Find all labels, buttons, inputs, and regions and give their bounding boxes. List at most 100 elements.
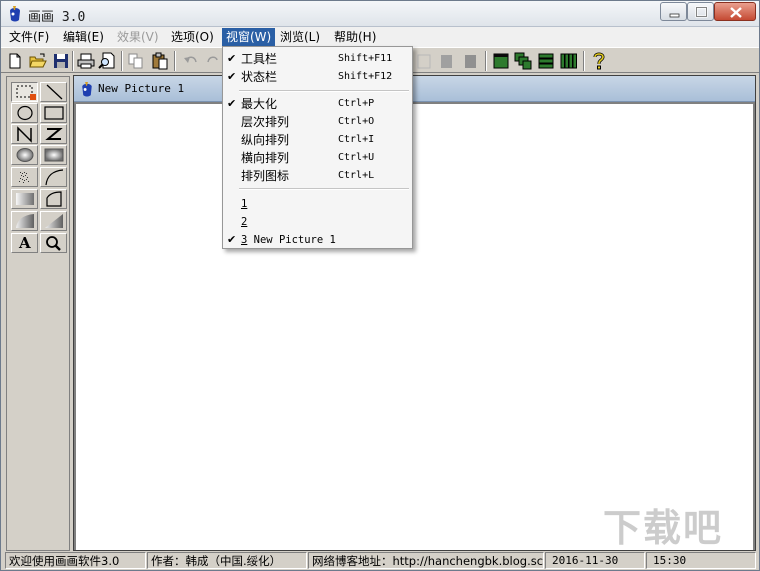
pie-icon [46,191,62,207]
toolbar-separator [583,51,585,71]
tool-zoom[interactable] [40,233,67,253]
select-rectangle-icon [16,85,36,100]
tool-polyline[interactable] [11,124,38,144]
menu-window[interactable]: 视窗(W) [222,28,276,46]
watermark-text: 下载吧 [603,506,724,550]
tile-horizontal-icon[interactable] [537,52,555,70]
text-tool-icon: A [19,234,31,252]
grey-fill-icon[interactable] [437,52,455,70]
status-author: 作者：韩成（中国.绥化） [147,552,307,569]
tool-filled-rectangle[interactable] [40,145,67,165]
menu-option-tile-vertical[interactable]: 纵向排列 Ctrl+I [225,131,410,149]
help-question-icon[interactable] [590,52,608,70]
filled-ellipse-icon [16,148,34,162]
window-menu-dropdown: ✔ 工具栏 Shift+F11 ✔ 状态栏 Shift+F12 ✔ 最大化 Ct… [222,46,413,249]
cascade-icon[interactable] [514,52,532,70]
drawing-canvas[interactable] [76,104,753,550]
tool-filled-ellipse[interactable] [11,145,38,165]
menu-options[interactable]: 选项(O) [167,28,218,46]
menu-window-3[interactable]: ✔ 3 New Picture 1 [225,231,410,249]
check-icon: ✔ [227,70,237,83]
menu-option-toolbar[interactable]: ✔ 工具栏 Shift+F11 [225,50,410,68]
status-date: 2016-11-30 [545,552,645,569]
open-folder-icon[interactable] [29,52,47,70]
tool-text[interactable]: A [11,233,38,253]
tool-line[interactable] [40,82,67,102]
maximize-icon [695,6,708,18]
menu-option-arrange-icons[interactable]: 排列图标 Ctrl+L [225,167,410,185]
status-welcome: 欢迎使用画画软件3.0 [5,552,146,569]
print-icon[interactable] [77,52,95,70]
tool-gradient-curve[interactable] [11,211,38,231]
tool-gradient-rect[interactable] [11,189,38,209]
menu-option-maximize[interactable]: ✔ 最大化 Ctrl+P [225,95,410,113]
filled-rectangle-icon [44,148,64,162]
freehand-icon [45,128,63,140]
tool-curve[interactable] [40,167,67,187]
toolbar-separator [72,51,74,71]
maximize-child-icon[interactable] [492,52,510,70]
tile-vertical-icon[interactable] [560,52,578,70]
menu-file[interactable]: 文件(F) [5,28,53,46]
curve-icon [45,169,64,186]
menu-option-tile-horizontal[interactable]: 横向排列 Ctrl+U [225,149,410,167]
tool-pie[interactable] [40,189,67,209]
check-icon: ✔ [227,97,237,110]
print-preview-icon[interactable] [98,52,116,70]
menu-effects[interactable]: 效果(V) [113,28,163,46]
status-bar: 欢迎使用画画软件3.0 作者：韩成（中国.绥化） 网络博客地址：http://h… [1,551,759,570]
save-disk-icon[interactable] [52,52,70,70]
toolbar-separator [174,51,176,71]
document-palette-icon [82,81,92,97]
tool-ellipse[interactable] [11,103,38,123]
menu-bar: 文件(F) 编辑(E) 效果(V) 选项(O) 视窗(W) 浏览(L) 帮助(H… [1,27,759,47]
grey-box-icon[interactable] [415,52,433,70]
window-title: 画画 3.0 [28,10,86,25]
document-title: New Picture 1 [98,82,185,95]
paste-icon[interactable] [151,52,169,70]
dark-fill-icon[interactable] [461,52,479,70]
palette-app-icon [10,6,20,22]
tool-spray[interactable] [11,167,38,187]
undo-icon[interactable] [182,52,200,70]
menu-option-cascade[interactable]: 层次排列 Ctrl+O [225,113,410,131]
document-title-bar[interactable]: New Picture 1 [74,76,755,102]
close-icon [730,7,742,18]
menu-browse[interactable]: 浏览(L) [276,28,324,46]
status-blog: 网络博客地址：http://hanchengbk.blog.sc [308,552,544,569]
menu-help[interactable]: 帮助(H) [330,28,380,46]
check-icon: ✔ [227,233,237,246]
minimize-icon [669,13,680,18]
tool-rectangle[interactable] [40,103,67,123]
app-window: 画画 3.0 文件(F) 编辑(E) 效果(V) 选项(O) 视窗(W) 浏览(… [0,0,760,571]
menu-option-statusbar[interactable]: ✔ 状态栏 Shift+F12 [225,68,410,86]
ellipse-icon [17,105,33,121]
close-button[interactable] [714,2,756,21]
spray-icon [19,172,29,183]
redo-icon[interactable] [204,52,222,70]
polyline-icon [17,126,32,143]
minimize-button[interactable] [660,2,687,21]
toolbar-separator [121,51,123,71]
watermark-logo: 下载吧 [599,506,755,550]
menu-separator [239,188,409,190]
gradient-triangle-icon [45,214,63,228]
menu-edit[interactable]: 编辑(E) [59,28,108,46]
mdi-workspace: New Picture 1 [73,75,756,551]
menu-window-2[interactable]: 2 [225,213,410,231]
rectangle-icon [44,106,64,120]
magnifier-icon [46,236,61,251]
gradient-rectangle-icon [16,193,34,205]
title-bar[interactable]: 画画 3.0 [1,1,759,27]
maximize-button[interactable] [687,2,714,21]
check-icon: ✔ [227,52,237,65]
copy-icon[interactable] [127,52,145,70]
new-file-icon[interactable] [6,52,24,70]
line-icon [46,84,63,100]
tool-gradient-triangle[interactable] [40,211,67,231]
tool-palette: A [6,76,70,551]
menu-window-1[interactable]: 1 [225,195,410,213]
gradient-curve-icon [16,214,34,228]
tool-select-rect[interactable] [11,82,38,102]
tool-freehand[interactable] [40,124,67,144]
